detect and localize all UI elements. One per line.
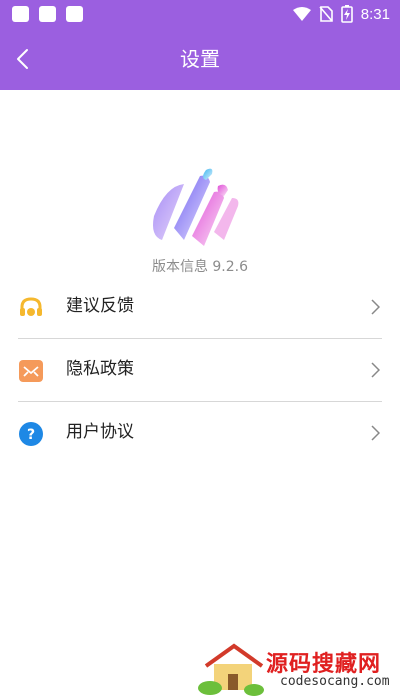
title-bar: 设置 <box>0 28 400 90</box>
chevron-right-icon <box>371 425 380 441</box>
notification-square-icon <box>66 6 83 22</box>
version-info: 版本信息 9.2.6 <box>151 259 249 275</box>
envelope-icon <box>19 360 43 382</box>
chevron-right-icon <box>371 299 380 315</box>
svg-text:?: ? <box>27 427 35 443</box>
notification-square-icon <box>12 6 29 22</box>
no-sim-icon <box>319 6 333 22</box>
wifi-icon <box>292 7 311 21</box>
status-indicators: 8:31 <box>292 3 390 25</box>
menu-item-feedback[interactable]: 建议反馈 <box>18 276 382 338</box>
question-circle-icon: ? <box>19 422 43 446</box>
menu-item-user-agreement[interactable]: ? 用户协议 <box>18 402 382 464</box>
menu-item-label: 建议反馈 <box>66 296 134 316</box>
headset-icon <box>20 297 42 316</box>
app-logo <box>148 166 244 252</box>
menu-item-label: 用户协议 <box>66 422 134 442</box>
chevron-right-icon <box>371 362 380 378</box>
status-bar: 8:31 <box>0 0 400 28</box>
app-header: 8:31 设置 <box>0 0 400 90</box>
page-title: 设置 <box>180 47 220 71</box>
menu-item-label: 隐私政策 <box>66 359 134 379</box>
watermark-url: codesocang.com <box>280 674 390 689</box>
status-time: 8:31 <box>360 5 390 23</box>
menu-item-privacy-policy[interactable]: 隐私政策 <box>18 339 382 401</box>
notification-square-icon <box>39 6 56 22</box>
battery-charging-icon <box>340 5 353 23</box>
house-logo-icon <box>198 643 264 696</box>
watermark: 源码搜藏网 codesocang.com <box>196 640 400 700</box>
